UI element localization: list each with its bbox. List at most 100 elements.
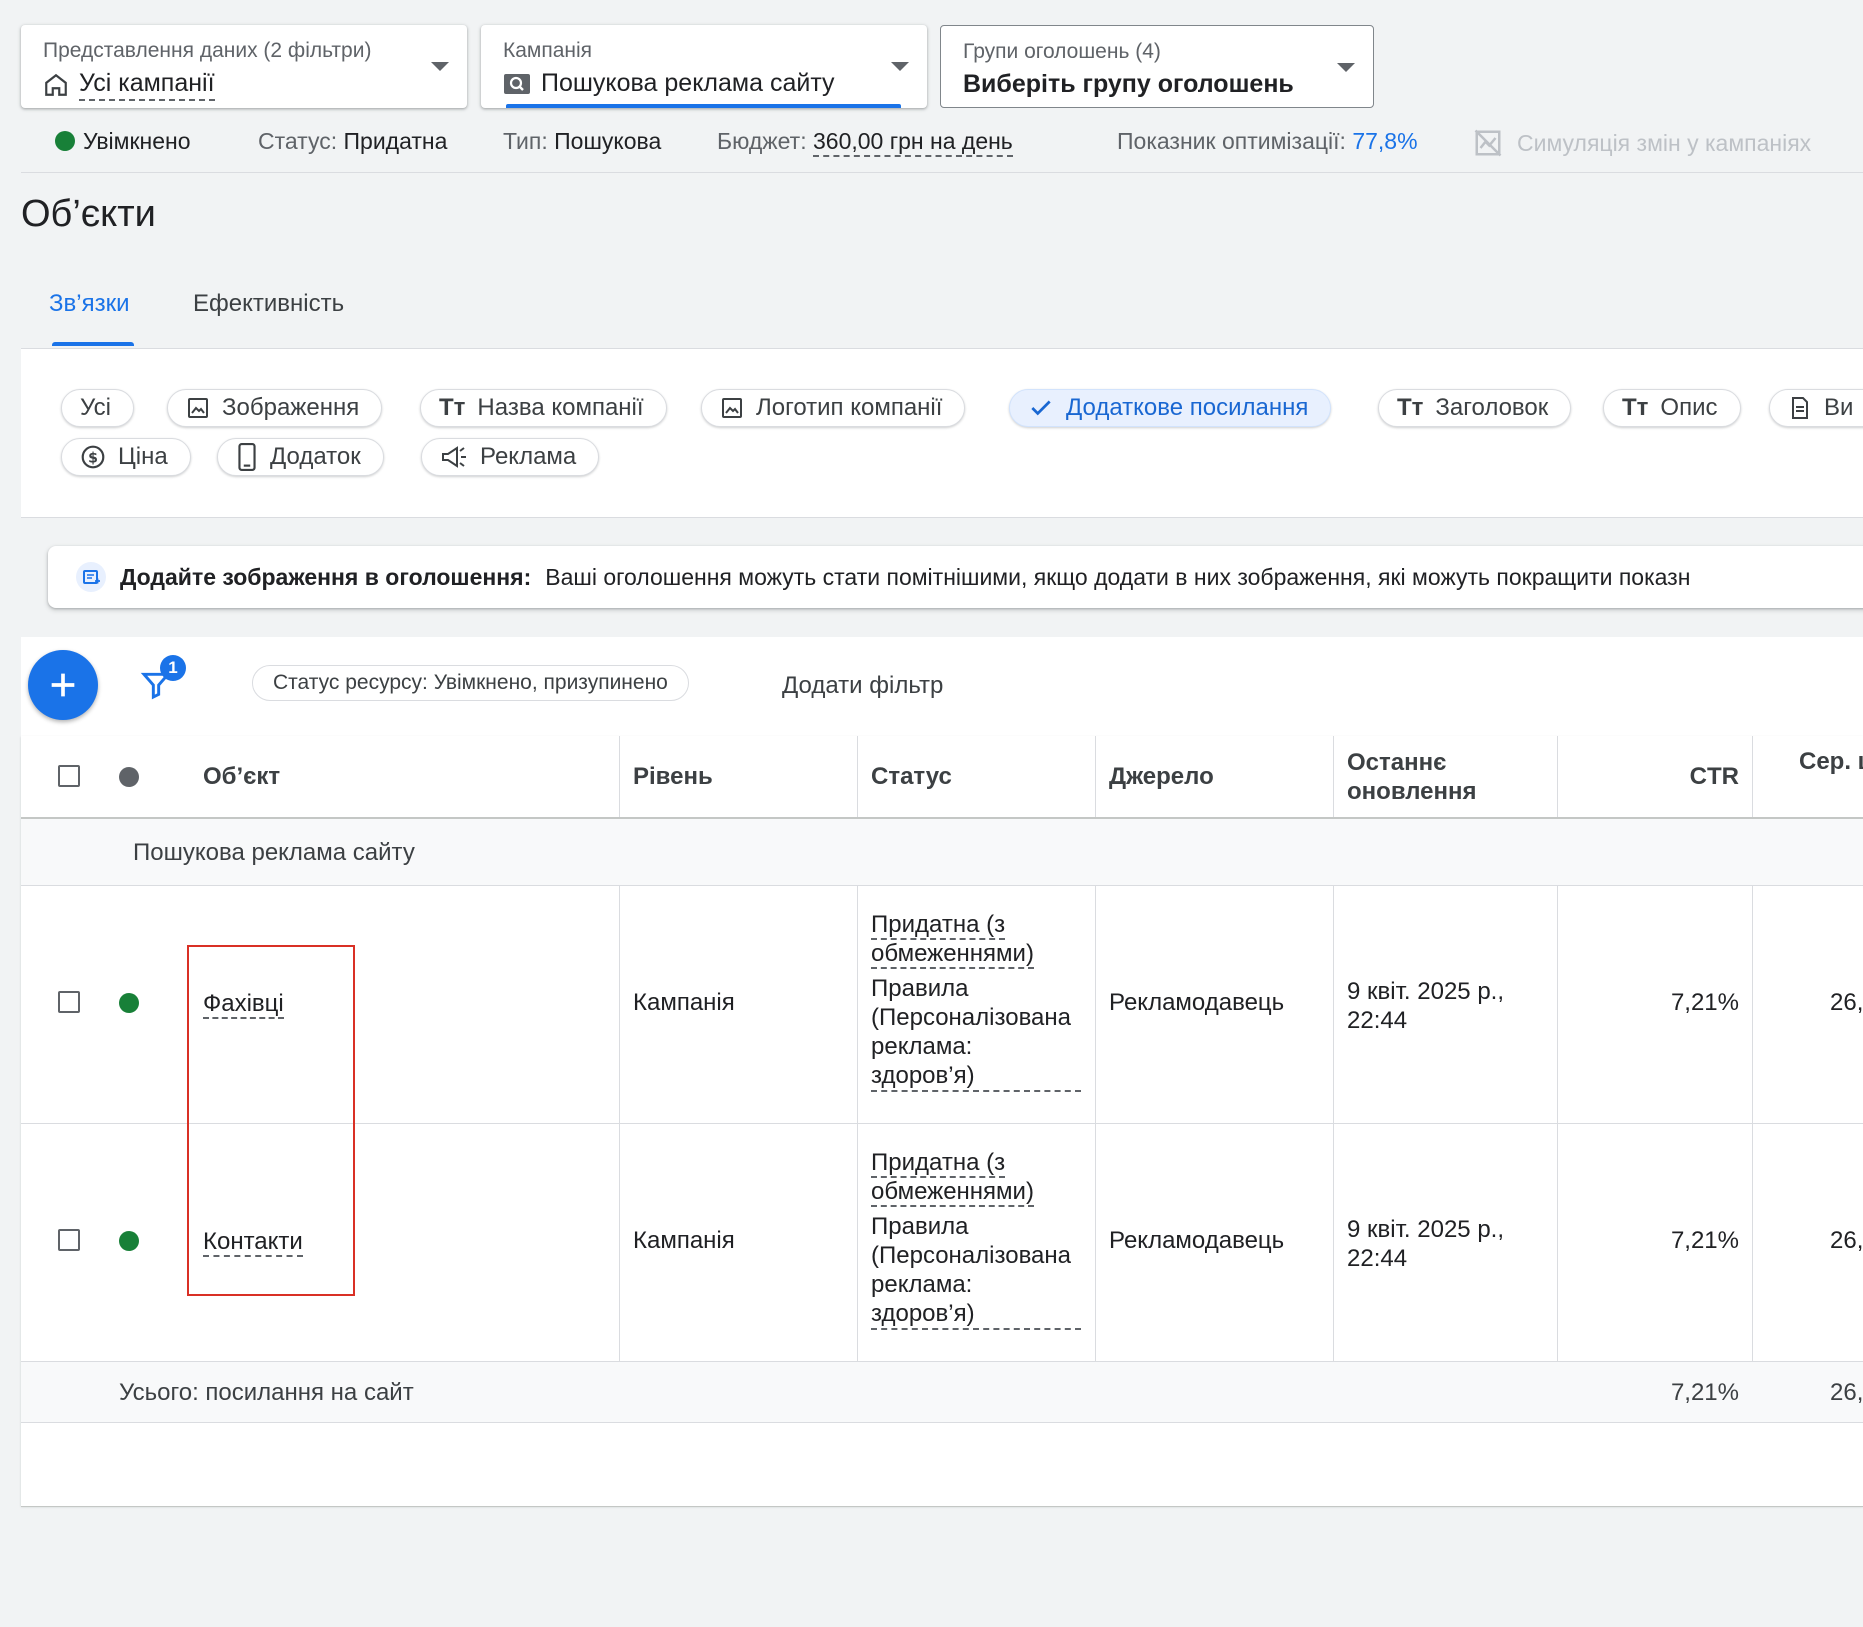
chevron-down-icon (431, 62, 449, 71)
selected-indicator (506, 104, 901, 108)
total-label: Усього: посилання на сайт (119, 1379, 414, 1406)
search-campaign-icon (504, 73, 530, 94)
tab-performance[interactable]: Ефективність (193, 290, 344, 318)
type-label: Тип: (503, 128, 548, 154)
header-avg-cpc[interactable]: Сер. ц (1799, 748, 1863, 776)
campaign-selector-label: Кампанія (503, 39, 593, 62)
budget-value[interactable]: 360,00 грн на день (813, 128, 1013, 157)
type-value: Пошукова (554, 128, 662, 154)
optimization-score[interactable]: 77,8% (1352, 128, 1417, 154)
chip-headline[interactable]: Tт Заголовок (1378, 389, 1572, 427)
active-tab-indicator (52, 342, 134, 346)
tab-links[interactable]: Зв’язки (49, 290, 129, 318)
header-source[interactable]: Джерело (1109, 763, 1214, 791)
asset-type-filter-card: Усі Зображення Tт Назва компанії Логотип… (21, 349, 1863, 517)
add-button[interactable] (28, 650, 98, 720)
recommendation-banner[interactable]: Додайте зображення в оголошення: Ваші ог… (48, 546, 1863, 608)
select-all-checkbox[interactable] (58, 765, 80, 787)
campaign-selector-value: Пошукова реклама сайту (541, 69, 835, 97)
chip-business-logo[interactable]: Логотип компанії (701, 389, 966, 427)
enabled-status: Увімкнено (83, 128, 191, 154)
status-column-icon (119, 767, 139, 787)
status-value: Придатна (343, 128, 448, 154)
text-icon: Tт (1397, 394, 1424, 421)
image-icon (722, 398, 742, 418)
asset-level: Кампанія (633, 1227, 735, 1254)
enabled-dot-icon (55, 131, 75, 151)
simulation-disabled-icon (1474, 129, 1502, 157)
banner-title: Додайте зображення в оголошення: (120, 563, 532, 590)
page-title: Об’єкти (21, 193, 156, 235)
chip-images[interactable]: Зображення (167, 389, 383, 427)
simulation-label: Симуляція змін у кампаніях (1517, 129, 1812, 156)
chip-promotion[interactable]: Реклама (421, 438, 600, 476)
home-icon (45, 73, 67, 96)
add-filter-button[interactable]: Додати фільтр (782, 672, 943, 700)
status-label: Статус: (258, 128, 338, 154)
filter-count-badge: 1 (160, 655, 186, 681)
chip-app[interactable]: Додаток (217, 438, 384, 476)
document-icon (1792, 397, 1808, 419)
image-icon (188, 398, 208, 418)
asset-level: Кампанія (633, 989, 735, 1016)
plus-icon (51, 673, 75, 697)
group-label: Пошукова реклама сайту (133, 839, 415, 866)
divider (21, 517, 1863, 518)
row-checkbox[interactable] (58, 1229, 80, 1251)
total-ctr: 7,21% (1670, 1379, 1739, 1406)
asset-ctr: 7,21% (1670, 1227, 1739, 1254)
total-avg-cpc: 26, (1830, 1379, 1863, 1406)
adgroup-selector-value: Виберіть групу оголошень (963, 70, 1294, 98)
header-object[interactable]: Об’єкт (203, 763, 280, 791)
header-ctr[interactable]: CTR (1571, 763, 1739, 791)
status-eligible-limited[interactable]: Придатна (з обмеженнями) (871, 1149, 1034, 1207)
campaign-status-bar: Увімкнено Статус: Придатна Тип: Пошукова… (0, 122, 1863, 172)
text-icon: Tт (1622, 394, 1649, 421)
chip-all[interactable]: Усі (61, 389, 134, 427)
view-selector-label: Представлення даних (2 фільтри) (43, 39, 372, 62)
asset-status-filter-chip[interactable]: Статус ресурсу: Увімкнено, призупинено (252, 665, 689, 701)
image-ad-icon (76, 562, 106, 592)
chevron-down-icon (1337, 63, 1355, 72)
status-eligible-limited[interactable]: Придатна (з обмеженнями) (871, 911, 1034, 969)
status-policy[interactable]: Правила (Персоналізована реклама: здоров… (871, 974, 1081, 1092)
asset-avg-cpc: 26, (1830, 989, 1863, 1016)
status-policy[interactable]: Правила (Персоналізована реклама: здоров… (871, 1212, 1081, 1330)
svg-text:$: $ (88, 450, 98, 466)
chevron-down-icon (891, 62, 909, 71)
total-row: Усього: посилання на сайт 7,21% 26, (21, 1362, 1863, 1422)
chip-sitelink[interactable]: Додаткове посилання (1009, 389, 1332, 427)
asset-source: Рекламодавець (1109, 1227, 1285, 1254)
divider (21, 172, 1863, 173)
asset-last-updated: 9 квіт. 2025 р., 22:44 (1347, 978, 1505, 1034)
header-last-updated[interactable]: Останнє оновлення (1347, 748, 1517, 806)
campaign-group-row: Пошукова реклама сайту (21, 819, 1863, 885)
asset-source: Рекламодавець (1109, 989, 1285, 1016)
adgroup-selector[interactable]: Групи оголошень (4) Виберіть групу оголо… (940, 25, 1374, 108)
header-status[interactable]: Статус (871, 763, 952, 791)
view-selector-value: Усі кампанії (79, 69, 215, 101)
enabled-status-icon (119, 1231, 139, 1251)
chip-business-name[interactable]: Tт Назва компанії (420, 389, 667, 427)
megaphone-icon (442, 446, 466, 468)
enabled-status-icon (119, 993, 139, 1013)
filter-button[interactable]: 1 (138, 655, 190, 707)
price-icon: $ (81, 445, 105, 469)
optimization-label: Показник оптимізації: (1117, 128, 1346, 154)
text-icon: Tт (439, 394, 466, 421)
asset-last-updated: 9 квіт. 2025 р., 22:44 (1347, 1216, 1505, 1272)
simulation-button[interactable]: Симуляція змін у кампаніях (1473, 128, 1811, 158)
chip-price[interactable]: $ Ціна (61, 438, 191, 476)
chip-description[interactable]: Tт Опис (1603, 389, 1741, 427)
header-level[interactable]: Рівень (633, 763, 713, 791)
table-header: Об’єкт Рівень Статус Джерело Останнє оно… (21, 736, 1863, 817)
highlight-annotation (187, 945, 355, 1296)
chip-callout[interactable]: Ви (1769, 389, 1863, 427)
campaign-selector[interactable]: Кампанія Пошукова реклама сайту (481, 25, 927, 108)
view-selector[interactable]: Представлення даних (2 фільтри) Усі камп… (21, 25, 467, 108)
asset-ctr: 7,21% (1670, 989, 1739, 1016)
adgroup-selector-label: Групи оголошень (4) (963, 40, 1161, 63)
asset-avg-cpc: 26, (1830, 1227, 1863, 1254)
row-checkbox[interactable] (58, 991, 80, 1013)
phone-icon (238, 443, 256, 471)
